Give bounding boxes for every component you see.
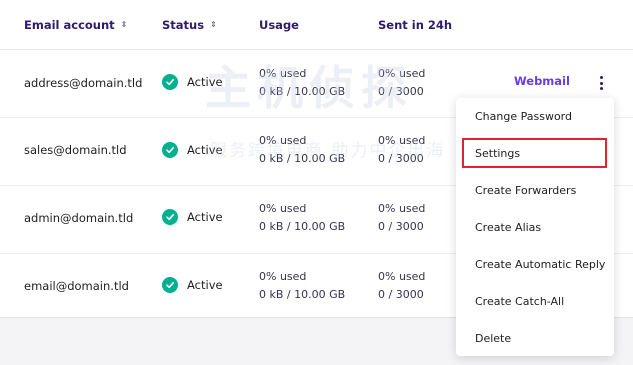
check-circle-icon	[162, 142, 178, 158]
usage-cell: 0% used 0 kB / 10.00 GB	[259, 65, 345, 101]
column-header-label: Status	[162, 18, 205, 32]
webmail-link[interactable]: Webmail	[514, 74, 570, 88]
check-circle-icon	[162, 277, 178, 293]
email-address: address@domain.tld	[24, 76, 143, 90]
usage-size: 0 kB / 10.00 GB	[259, 220, 346, 233]
sent-cell: 0% used 0 / 3000	[378, 132, 425, 168]
column-header-label: Email account	[24, 18, 115, 32]
usage-percent: 0% used	[259, 270, 307, 283]
settings-highlight-box	[462, 138, 607, 168]
sent-percent: 0% used	[378, 270, 426, 283]
usage-size: 0 kB / 10.00 GB	[259, 288, 346, 301]
column-header-email-account[interactable]: Email account ⇕	[24, 18, 127, 32]
usage-cell: 0% used 0 kB / 10.00 GB	[259, 200, 345, 236]
column-header-label: Usage	[259, 18, 299, 32]
sent-cell: 0% used 0 / 3000	[378, 65, 425, 101]
menu-item-delete[interactable]: Delete	[456, 320, 614, 357]
email-address: admin@domain.tld	[24, 211, 134, 225]
kebab-menu-icon[interactable]	[596, 74, 606, 92]
sort-icon: ⇕	[210, 20, 217, 29]
sent-count: 0 / 3000	[378, 288, 424, 301]
sent-cell: 0% used 0 / 3000	[378, 268, 425, 304]
status-text: Active	[187, 75, 223, 89]
sent-percent: 0% used	[378, 134, 426, 147]
usage-size: 0 kB / 10.00 GB	[259, 152, 346, 165]
status-cell: Active	[162, 74, 223, 90]
sent-percent: 0% used	[378, 202, 426, 215]
column-header-label: Sent in 24h	[378, 18, 453, 32]
column-header-sent: Sent in 24h	[378, 18, 452, 32]
email-address: sales@domain.tld	[24, 143, 127, 157]
usage-percent: 0% used	[259, 67, 307, 80]
status-cell: Active	[162, 277, 223, 293]
menu-item-create-catch-all[interactable]: Create Catch-All	[456, 283, 614, 320]
status-text: Active	[187, 278, 223, 292]
check-circle-icon	[162, 74, 178, 90]
sent-count: 0 / 3000	[378, 220, 424, 233]
status-cell: Active	[162, 209, 223, 225]
table-header: Email account ⇕ Status ⇕ Usage Sent in 2…	[0, 0, 633, 50]
email-address: email@domain.tld	[24, 279, 129, 293]
usage-percent: 0% used	[259, 134, 307, 147]
usage-cell: 0% used 0 kB / 10.00 GB	[259, 268, 345, 304]
column-header-status[interactable]: Status ⇕	[162, 18, 217, 32]
menu-item-change-password[interactable]: Change Password	[456, 98, 614, 135]
sent-count: 0 / 3000	[378, 152, 424, 165]
column-header-usage: Usage	[259, 18, 299, 32]
menu-item-create-forwarders[interactable]: Create Forwarders	[456, 172, 614, 209]
check-circle-icon	[162, 209, 178, 225]
sent-cell: 0% used 0 / 3000	[378, 200, 425, 236]
menu-item-create-alias[interactable]: Create Alias	[456, 209, 614, 246]
sent-percent: 0% used	[378, 67, 426, 80]
status-cell: Active	[162, 142, 223, 158]
sent-count: 0 / 3000	[378, 85, 424, 98]
sort-icon: ⇕	[120, 20, 128, 29]
usage-cell: 0% used 0 kB / 10.00 GB	[259, 132, 345, 168]
usage-size: 0 kB / 10.00 GB	[259, 85, 346, 98]
menu-item-create-automatic-reply[interactable]: Create Automatic Reply	[456, 246, 614, 283]
row-actions-menu: Change Password Settings Create Forwarde…	[456, 98, 614, 356]
status-text: Active	[187, 210, 223, 224]
usage-percent: 0% used	[259, 202, 307, 215]
status-text: Active	[187, 143, 223, 157]
